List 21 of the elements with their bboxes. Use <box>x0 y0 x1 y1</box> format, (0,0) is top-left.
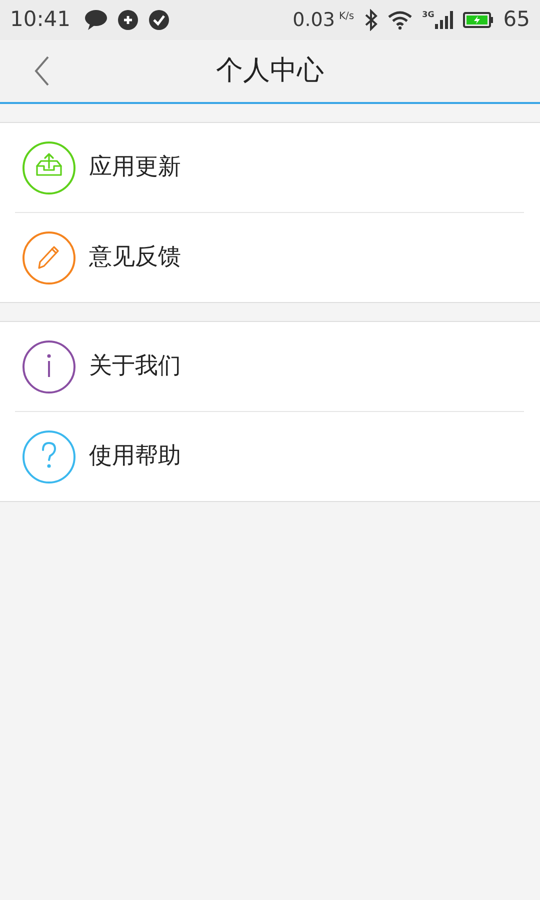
menu-label: 关于我们 <box>89 352 181 382</box>
menu-label: 应用更新 <box>89 153 181 182</box>
network-type: 3G <box>422 11 434 19</box>
chat-bubble-icon <box>84 9 108 31</box>
battery-level: 65 <box>503 6 530 34</box>
wifi-icon <box>388 10 412 30</box>
battery-charging-icon <box>463 11 494 29</box>
menu-item[interactable]: 意见反馈 <box>0 213 524 302</box>
network-speed: 0.03 <box>292 8 335 33</box>
check-circle-icon <box>148 9 170 31</box>
bluetooth-icon <box>364 9 378 31</box>
back-icon <box>34 56 50 86</box>
menu-label: 意见反馈 <box>89 243 181 272</box>
menu-item[interactable]: 关于我们 <box>0 322 540 411</box>
speed-unit: K/s <box>338 10 354 24</box>
menu-item[interactable]: 使用帮助 <box>0 412 524 501</box>
page-title: 个人中心 <box>216 54 324 88</box>
status-time: 10:41 <box>10 6 71 34</box>
signal-icon <box>435 11 454 29</box>
menu-label: 使用帮助 <box>89 442 181 472</box>
menu-item[interactable]: 应用更新 <box>0 123 540 212</box>
